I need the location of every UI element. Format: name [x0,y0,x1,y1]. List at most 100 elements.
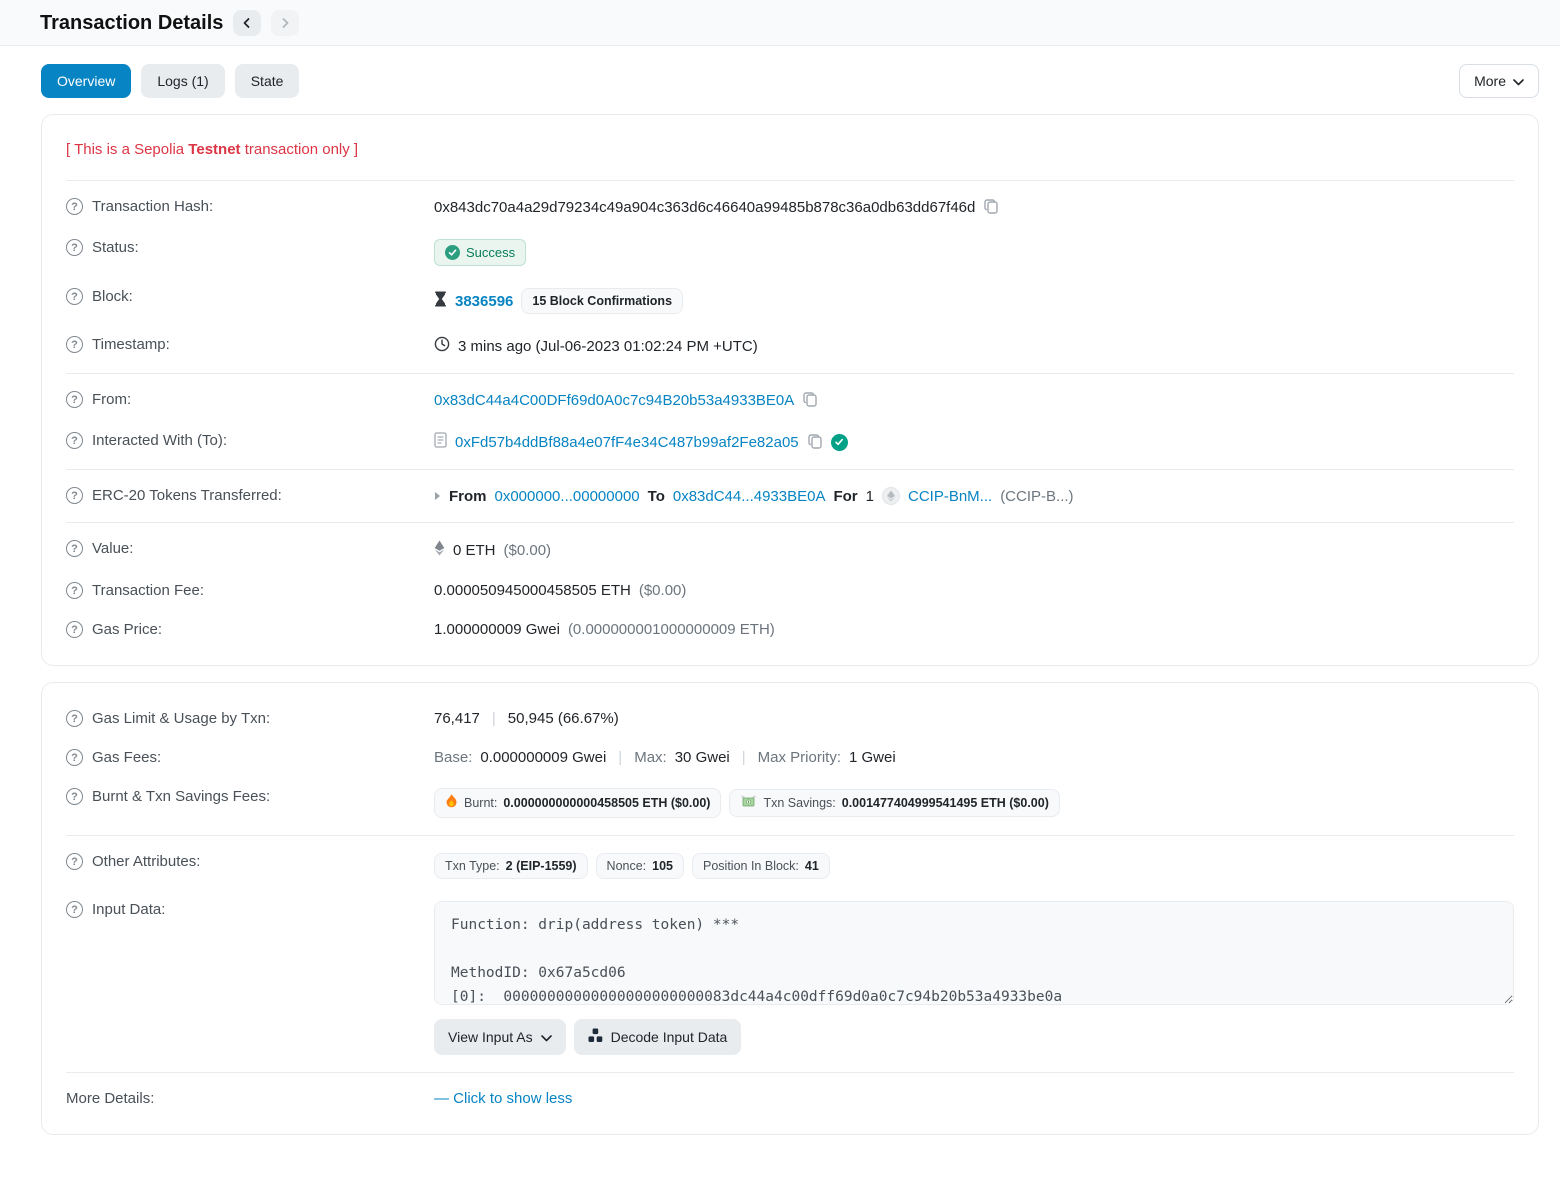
more-dropdown-button[interactable]: More [1459,64,1539,98]
gas-used-value: 50,945 (66.67%) [508,710,619,727]
erc20-from-link[interactable]: 0x000000...00000000 [495,488,640,505]
tab-logs[interactable]: Logs (1) [141,64,224,98]
block-confirmations-badge: 15 Block Confirmations [521,288,683,314]
tab-overview[interactable]: Overview [41,64,131,98]
divider [66,373,1514,374]
nonce-label: Nonce: [607,859,647,873]
input-data-textarea[interactable]: Function: drip(address token) *** Method… [434,901,1514,1005]
help-icon [66,239,83,256]
clock-icon [434,336,450,356]
next-transaction-button[interactable] [271,10,299,36]
help-icon [66,901,83,918]
from-address-link[interactable]: 0x83dC44a4C00DFf69d0A0c7c94B20b53a4933BE… [434,392,794,409]
tab-list: Overview Logs (1) State [41,64,299,98]
gas-price-value: 1.000000009 Gwei [434,621,560,638]
help-icon [66,198,83,215]
blocks-icon [588,1028,603,1046]
help-icon [66,540,83,557]
separator: | [738,749,750,766]
row-transaction-fee: Transaction Fee: 0.000050945000458505 ET… [66,571,1514,610]
caret-right-icon [434,488,441,505]
erc20-amount: 1 [866,488,874,505]
separator: | [614,749,626,766]
erc20-token-symbol: (CCIP-B...) [1000,488,1073,505]
max-priority-value: 1 Gwei [849,749,896,766]
row-gas-fees: Gas Fees: Base: 0.000000009 Gwei | Max: … [66,738,1514,777]
prev-transaction-button[interactable] [233,10,261,36]
help-icon [66,749,83,766]
row-label: ERC-20 Tokens Transferred: [92,487,282,504]
help-icon [66,432,83,449]
help-icon [66,710,83,727]
flame-icon [445,794,458,812]
row-transaction-hash: Transaction Hash: 0x843dc70a4a29d79234c4… [66,187,1514,228]
row-interacted-with: Interacted With (To): 0xFd57b4ddBf88a4e0… [66,421,1514,463]
fee-usd: ($0.00) [639,582,687,599]
row-gas-price: Gas Price: 1.000000009 Gwei (0.000000001… [66,610,1514,649]
row-label: Gas Limit & Usage by Txn: [92,710,270,727]
copy-hash-button[interactable] [983,198,999,217]
testnet-notice: [ This is a Sepolia Testnet transaction … [66,131,1514,174]
copy-icon [983,198,999,217]
help-icon [66,391,83,408]
max-fee-label: Max: [634,749,667,766]
copy-from-address-button[interactable] [802,391,818,410]
hourglass-icon [434,291,447,311]
row-more-details: More Details: — Click to show less [66,1079,1514,1118]
row-label: Timestamp: [92,336,170,353]
row-status: Status: Success [66,228,1514,277]
status-badge: Success [434,239,526,266]
help-icon [66,336,83,353]
row-label: Other Attributes: [92,853,200,870]
block-number-link[interactable]: 3836596 [455,293,513,310]
divider [66,835,1514,836]
view-input-as-button[interactable]: View Input As [434,1019,566,1055]
base-fee-label: Base: [434,749,472,766]
divider [66,180,1514,181]
erc20-from-word: From [449,488,487,505]
tab-state[interactable]: State [235,64,300,98]
value-usd: ($0.00) [504,542,552,559]
erc20-to-link[interactable]: 0x83dC44...4933BE0A [673,488,826,505]
money-wings-icon [740,795,757,811]
chevron-down-icon [541,1029,552,1045]
show-less-link[interactable]: — Click to show less [434,1090,572,1107]
help-icon [66,288,83,305]
max-priority-label: Max Priority: [758,749,841,766]
row-label: Input Data: [92,901,165,918]
row-input-data: Input Data: Function: drip(address token… [66,890,1514,1066]
fee-amount: 0.000050945000458505 ETH [434,582,631,599]
page-header: Transaction Details [0,0,1560,46]
transaction-hash-value: 0x843dc70a4a29d79234c49a904c363d6c46640a… [434,199,975,216]
burnt-badge: Burnt: 0.000000000000458505 ETH ($0.00) [434,788,721,818]
help-icon [66,487,83,504]
gas-limit-value: 76,417 [434,710,480,727]
row-label: From: [92,391,131,408]
row-label: Interacted With (To): [92,432,227,449]
burnt-value: 0.000000000000458505 ETH ($0.00) [503,796,710,810]
decode-input-data-button[interactable]: Decode Input Data [574,1019,742,1055]
timestamp-value: 3 mins ago (Jul-06-2023 01:02:24 PM +UTC… [458,338,758,355]
decode-button-label: Decode Input Data [611,1029,728,1045]
copy-to-address-button[interactable] [807,433,823,452]
erc20-token-link[interactable]: CCIP-BnM... [908,488,992,505]
row-burnt-savings: Burnt & Txn Savings Fees: Burnt: 0.00000… [66,777,1514,829]
erc20-for-word: For [833,488,857,505]
copy-icon [807,433,823,452]
help-icon [66,582,83,599]
position-value: 41 [805,859,819,873]
to-address-link[interactable]: 0xFd57b4ddBf88a4e07fF4e34C487b99af2Fe82a… [455,434,799,451]
token-icon [882,487,900,505]
help-icon [66,853,83,870]
input-data-actions: View Input As Decode Input Data [434,1019,1514,1055]
row-label: Transaction Fee: [92,582,204,599]
txn-type-label: Txn Type: [445,859,500,873]
erc20-to-word: To [648,488,665,505]
eth-icon [434,540,445,560]
help-icon [66,788,83,805]
row-label: Burnt & Txn Savings Fees: [92,788,270,805]
contract-icon [434,432,447,452]
row-label: Gas Fees: [92,749,161,766]
chevron-left-icon [241,17,253,29]
chevron-right-icon [279,17,291,29]
